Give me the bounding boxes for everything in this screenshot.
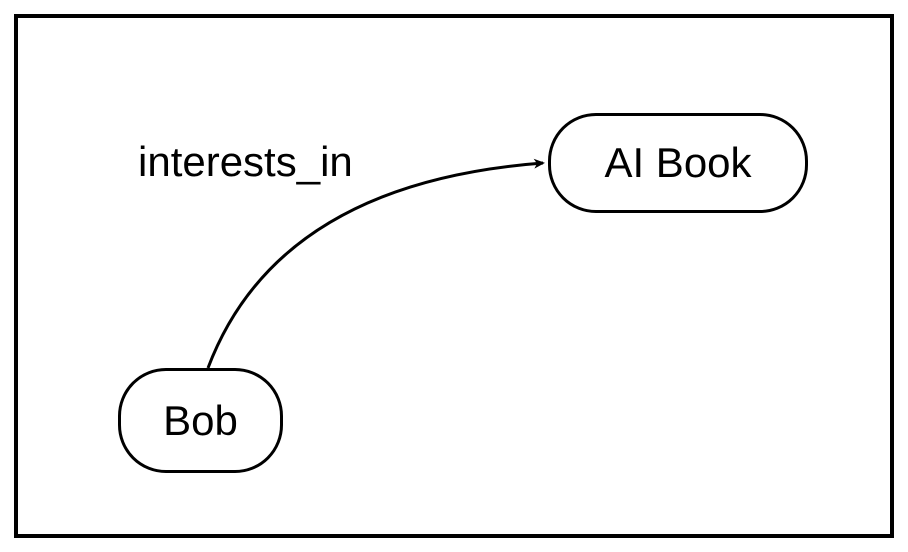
node-target-label: AI Book (604, 139, 751, 187)
diagram-frame: interests_in Bob AI Book (14, 14, 894, 538)
edge-label: interests_in (138, 138, 353, 186)
node-source-label: Bob (163, 397, 238, 445)
node-source: Bob (118, 368, 283, 473)
node-target: AI Book (548, 113, 808, 213)
